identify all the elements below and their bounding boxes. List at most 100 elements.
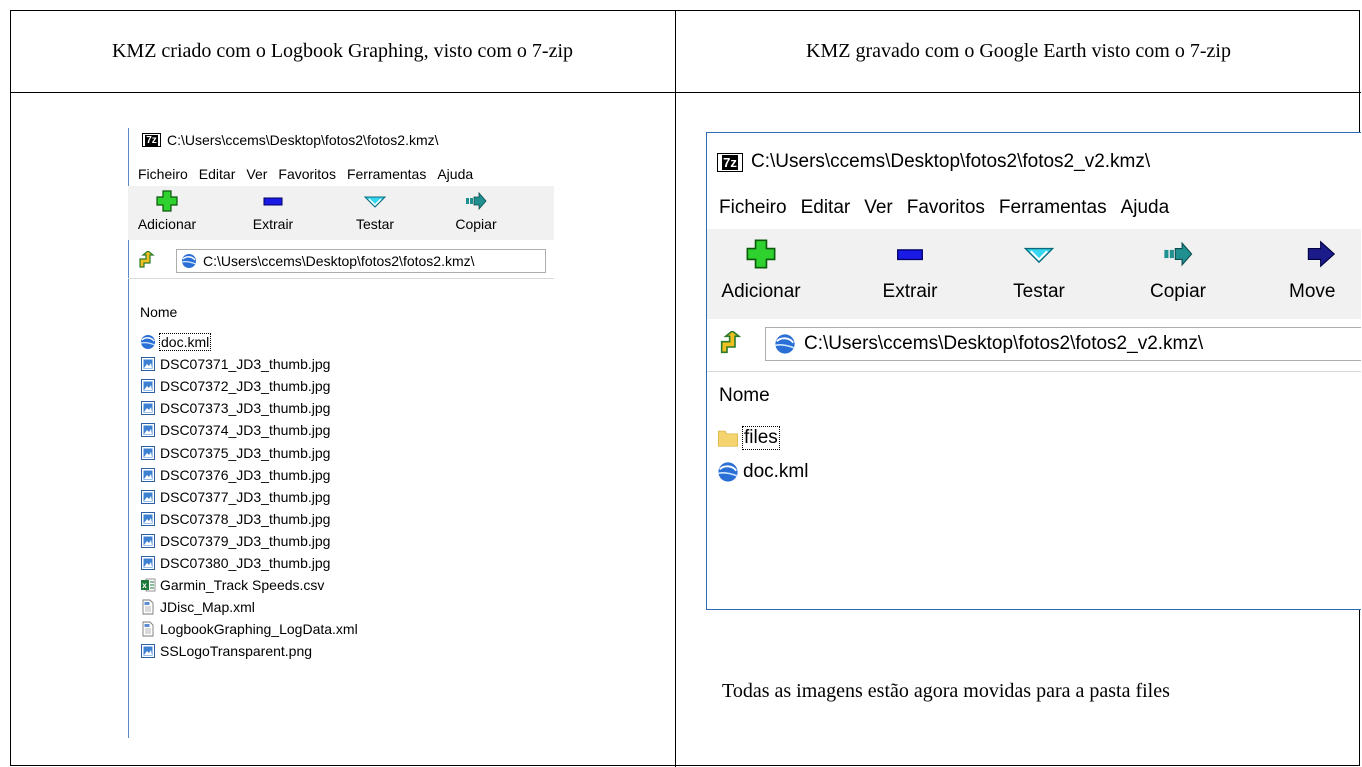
file-name: SSLogoTransparent.png: [160, 643, 313, 660]
file-list-item[interactable]: DSC07375_JD3_thumb.jpg: [140, 442, 330, 464]
caption-text: Todas as imagens estão agora movidas par…: [722, 680, 1170, 702]
window-title: C:\Users\ccems\Desktop\fotos2\fotos2_v2.…: [751, 151, 1151, 172]
file-list-item[interactable]: doc.kml: [717, 457, 808, 487]
file-name: DSC07375_JD3_thumb.jpg: [160, 444, 331, 461]
file-name: DSC07380_JD3_thumb.jpg: [160, 555, 331, 571]
address-bar[interactable]: C:\Users\ccems\Desktop\fotos2\fotos2_v2.…: [765, 327, 1361, 361]
table-divider-horizontal: [10, 92, 1361, 93]
image-file-icon: [140, 422, 156, 438]
image-file-icon: [140, 378, 156, 394]
file-list-item[interactable]: DSC07374_JD3_thumb.jpg: [140, 419, 330, 441]
table-divider-vertical: [675, 10, 676, 767]
add-button[interactable]: Adicionar: [134, 190, 200, 232]
xml-file-icon: [140, 599, 156, 615]
menu-editar[interactable]: Editar: [199, 166, 236, 182]
file-name: Garmin_Track Speeds.csv: [160, 577, 325, 594]
address-text: C:\Users\ccems\Desktop\fotos2\fotos2.kmz…: [203, 253, 475, 269]
menu-editar[interactable]: Editar: [801, 197, 851, 219]
file-name: DSC07377_JD3_thumb.jpg: [160, 488, 331, 505]
extract-button[interactable]: Extrair: [875, 239, 945, 303]
menu-ferramentas[interactable]: Ferramentas: [347, 166, 426, 182]
file-list-item[interactable]: x Garmin_Track Speeds.csv: [140, 574, 324, 596]
file-list-item[interactable]: DSC07371_JD3_thumb.jpg: [140, 353, 330, 375]
file-list-item[interactable]: doc.kml: [140, 331, 212, 353]
window-title-bar: 7z C:\Users\ccems\Desktop\fotos2\fotos2.…: [142, 128, 439, 152]
test-check-icon: [1024, 247, 1054, 264]
file-list-item[interactable]: files: [717, 423, 780, 453]
file-list-item[interactable]: DSC07379_JD3_thumb.jpg: [140, 530, 330, 552]
column-header-name[interactable]: Nome: [719, 385, 770, 407]
image-file-icon: [140, 400, 156, 416]
menu-ficheiro[interactable]: Ficheiro: [138, 166, 188, 182]
image-file-icon: [140, 555, 156, 571]
image-file-icon: [140, 467, 156, 483]
add-button[interactable]: Adicionar: [713, 239, 809, 303]
file-list-item[interactable]: DSC07380_JD3_thumb.jpg: [140, 552, 330, 574]
image-file-icon: [140, 533, 156, 549]
7zip-logo-icon: 7z: [142, 133, 161, 147]
menu-ficheiro[interactable]: Ficheiro: [719, 197, 787, 219]
excel-csv-icon: x: [140, 577, 156, 593]
file-list-item[interactable]: JDisc_Map.xml: [140, 596, 255, 618]
file-name: DSC07371_JD3_thumb.jpg: [160, 356, 331, 373]
file-name: files: [742, 426, 780, 450]
address-text: C:\Users\ccems\Desktop\fotos2\fotos2_v2.…: [804, 333, 1204, 354]
window-title: C:\Users\ccems\Desktop\fotos2\fotos2.kmz…: [167, 132, 439, 148]
left-7zip-window: 7z C:\Users\ccems\Desktop\fotos2\fotos2.…: [128, 128, 554, 738]
toolbar: Adicionar Extrair Testar Copiar: [128, 186, 554, 240]
file-list-item[interactable]: DSC07376_JD3_thumb.jpg: [140, 464, 330, 486]
image-file-icon: [140, 511, 156, 527]
google-earth-icon: [717, 461, 739, 483]
file-name: DSC07372_JD3_thumb.jpg: [160, 378, 331, 395]
file-list-item[interactable]: LogbookGraphing_LogData.xml: [140, 618, 358, 640]
test-button[interactable]: Testar: [1007, 239, 1071, 303]
google-earth-icon: [181, 254, 197, 268]
left-column-header: KMZ criado com o Logbook Graphing, visto…: [111, 39, 574, 62]
file-name: DSC07373_JD3_thumb.jpg: [160, 400, 331, 417]
window-title-bar: 7z C:\Users\ccems\Desktop\fotos2\fotos2_…: [717, 147, 1150, 177]
address-bar[interactable]: C:\Users\ccems\Desktop\fotos2\fotos2.kmz…: [176, 249, 546, 273]
column-header-name[interactable]: Nome: [140, 304, 177, 320]
menu-ver[interactable]: Ver: [246, 166, 267, 182]
test-button[interactable]: Testar: [350, 190, 400, 232]
menu-ferramentas[interactable]: Ferramentas: [999, 197, 1107, 219]
extract-minus-icon: [897, 249, 923, 261]
up-folder-icon: [720, 331, 742, 354]
copy-arrow-icon: [1164, 241, 1193, 267]
add-plus-icon: [156, 190, 178, 212]
image-file-icon: [140, 489, 156, 505]
file-name: DSC07374_JD3_thumb.jpg: [160, 422, 331, 439]
file-name: doc.kml: [743, 461, 809, 482]
menu-ver[interactable]: Ver: [864, 197, 893, 219]
list-separator: [707, 371, 1361, 372]
image-file-icon: [140, 445, 156, 461]
add-plus-icon: [746, 239, 776, 269]
test-check-icon: [364, 196, 386, 208]
file-list-item[interactable]: DSC07372_JD3_thumb.jpg: [140, 375, 330, 397]
file-name: DSC07378_JD3_thumb.jpg: [160, 510, 331, 527]
extract-button[interactable]: Extrair: [248, 190, 298, 232]
file-name: JDisc_Map.xml: [160, 599, 255, 616]
menu-ajuda[interactable]: Ajuda: [437, 166, 473, 182]
file-list-item[interactable]: SSLogoTransparent.png: [140, 640, 312, 662]
menu-bar: Ficheiro Editar Ver Favoritos Ferramenta…: [719, 197, 1183, 219]
svg-text:x: x: [142, 581, 147, 590]
file-list-item[interactable]: DSC07378_JD3_thumb.jpg: [140, 508, 330, 530]
7zip-logo-icon: 7z: [717, 152, 743, 172]
menu-favoritos[interactable]: Favoritos: [278, 166, 336, 182]
file-name: LogbookGraphing_LogData.xml: [160, 621, 358, 638]
copy-arrow-icon: [466, 191, 487, 211]
right-7zip-window: 7z C:\Users\ccems\Desktop\fotos2\fotos2_…: [706, 132, 1361, 610]
copy-button[interactable]: Copiar: [450, 190, 502, 232]
right-column-header: KMZ gravado com o Google Earth visto com…: [806, 39, 1231, 62]
file-list-item[interactable]: DSC07373_JD3_thumb.jpg: [140, 397, 330, 419]
image-file-icon: [140, 643, 156, 659]
move-button[interactable]: Move: [1285, 239, 1355, 303]
menu-favoritos[interactable]: Favoritos: [907, 197, 985, 219]
copy-button[interactable]: Copiar: [1143, 239, 1213, 303]
file-list-item[interactable]: DSC07377_JD3_thumb.jpg: [140, 486, 330, 508]
move-arrow-icon: [1307, 240, 1336, 268]
image-file-icon: [140, 356, 156, 372]
menu-ajuda[interactable]: Ajuda: [1121, 197, 1170, 219]
file-name: DSC07379_JD3_thumb.jpg: [160, 532, 331, 549]
